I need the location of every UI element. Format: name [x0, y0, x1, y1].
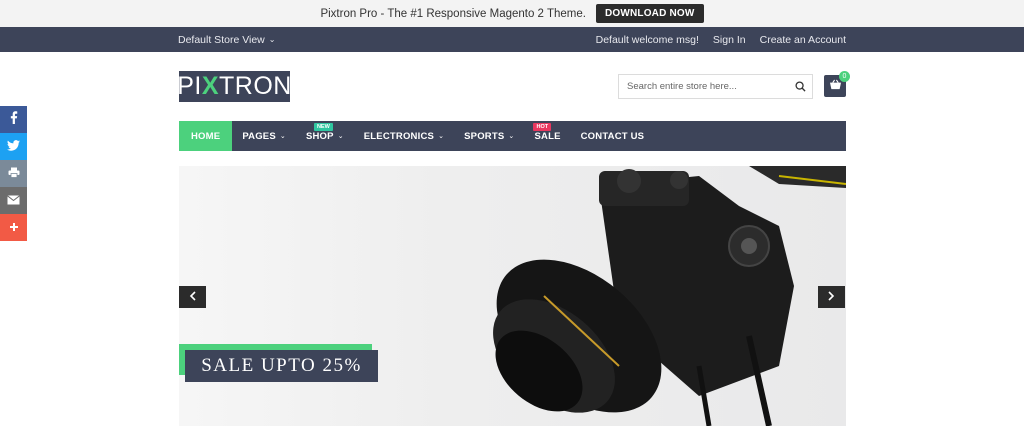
chevron-down-icon: ⌄ [279, 133, 286, 140]
social-share-bar [0, 106, 27, 241]
site-logo[interactable]: PI X TRON [177, 71, 292, 102]
nav-item-contact-us[interactable]: CONTACT US [571, 121, 655, 151]
nav-item-label: SPORTS [464, 130, 505, 142]
main-nav: HOME PAGES ⌄ NEW SHOP ⌄ ELECTRONICS ⌄ SP… [179, 121, 846, 151]
nav-item-label: CONTACT US [580, 130, 645, 142]
logo-text-left: PI [177, 72, 202, 100]
search-icon[interactable] [788, 75, 812, 98]
twitter-icon [7, 138, 20, 156]
print-button[interactable] [0, 160, 27, 187]
camera-image [493, 166, 846, 426]
hero-banner: SALE UPTO 25% [179, 166, 846, 426]
nav-item-pages[interactable]: PAGES ⌄ [232, 121, 296, 151]
search-input[interactable] [619, 81, 788, 92]
nav-item-label: SALE [534, 130, 561, 142]
new-badge: NEW [313, 123, 333, 131]
logo-text-right: TRON [219, 72, 292, 100]
download-now-button[interactable]: DOWNLOAD NOW [595, 4, 704, 23]
promo-text: Pixtron Pro - The #1 Responsive Magento … [320, 7, 586, 20]
store-view-label: Default Store View [178, 33, 265, 46]
sign-in-link[interactable]: Sign In [713, 34, 746, 46]
search-box [618, 74, 813, 99]
create-account-link[interactable]: Create an Account [760, 34, 846, 46]
facebook-icon [10, 110, 18, 129]
chevron-down-icon: ⌄ [268, 35, 276, 44]
nav-item-home[interactable]: HOME [179, 121, 233, 151]
chevron-down-icon: ⌄ [438, 133, 445, 140]
header: PIXTRON 0 [0, 52, 1024, 120]
nav-item-electronics[interactable]: ELECTRONICS ⌄ [354, 121, 454, 151]
slider-next-button[interactable] [818, 286, 845, 308]
twitter-share-button[interactable] [0, 133, 27, 160]
email-icon [7, 192, 20, 210]
nav-item-shop[interactable]: NEW SHOP ⌄ [296, 121, 354, 151]
chevron-left-icon [189, 288, 196, 306]
nav-item-label: PAGES [242, 130, 276, 142]
cart-count-badge: 0 [839, 71, 850, 82]
facebook-share-button[interactable] [0, 106, 27, 133]
nav-item-sale[interactable]: HOT SALE [524, 121, 570, 151]
top-bar: Default Store View ⌄ Default welcome msg… [0, 27, 1024, 52]
welcome-message: Default welcome msg! [595, 33, 699, 46]
share-plus-icon [9, 219, 19, 237]
chevron-down-icon: ⌄ [337, 133, 344, 140]
email-share-button[interactable] [0, 187, 27, 214]
chevron-down-icon: ⌄ [508, 133, 515, 140]
slider-prev-button[interactable] [179, 286, 206, 308]
nav-item-label: SHOP [305, 130, 334, 142]
more-share-button[interactable] [0, 214, 27, 241]
chevron-right-icon [828, 288, 835, 306]
cart-button[interactable]: 0 [824, 71, 850, 97]
hot-badge: HOT [533, 123, 552, 131]
print-icon [8, 165, 20, 183]
sale-caption: SALE UPTO 25% [185, 350, 378, 382]
top-links: Default welcome msg! Sign In Create an A… [596, 34, 846, 46]
logo-x: X [201, 72, 219, 100]
nav-item-label: HOME [191, 130, 221, 142]
nav-item-sports[interactable]: SPORTS ⌄ [454, 121, 524, 151]
store-view-switcher[interactable]: Default Store View ⌄ [178, 34, 275, 46]
promo-bar: Pixtron Pro - The #1 Responsive Magento … [0, 0, 1024, 27]
nav-item-label: ELECTRONICS [363, 130, 435, 142]
